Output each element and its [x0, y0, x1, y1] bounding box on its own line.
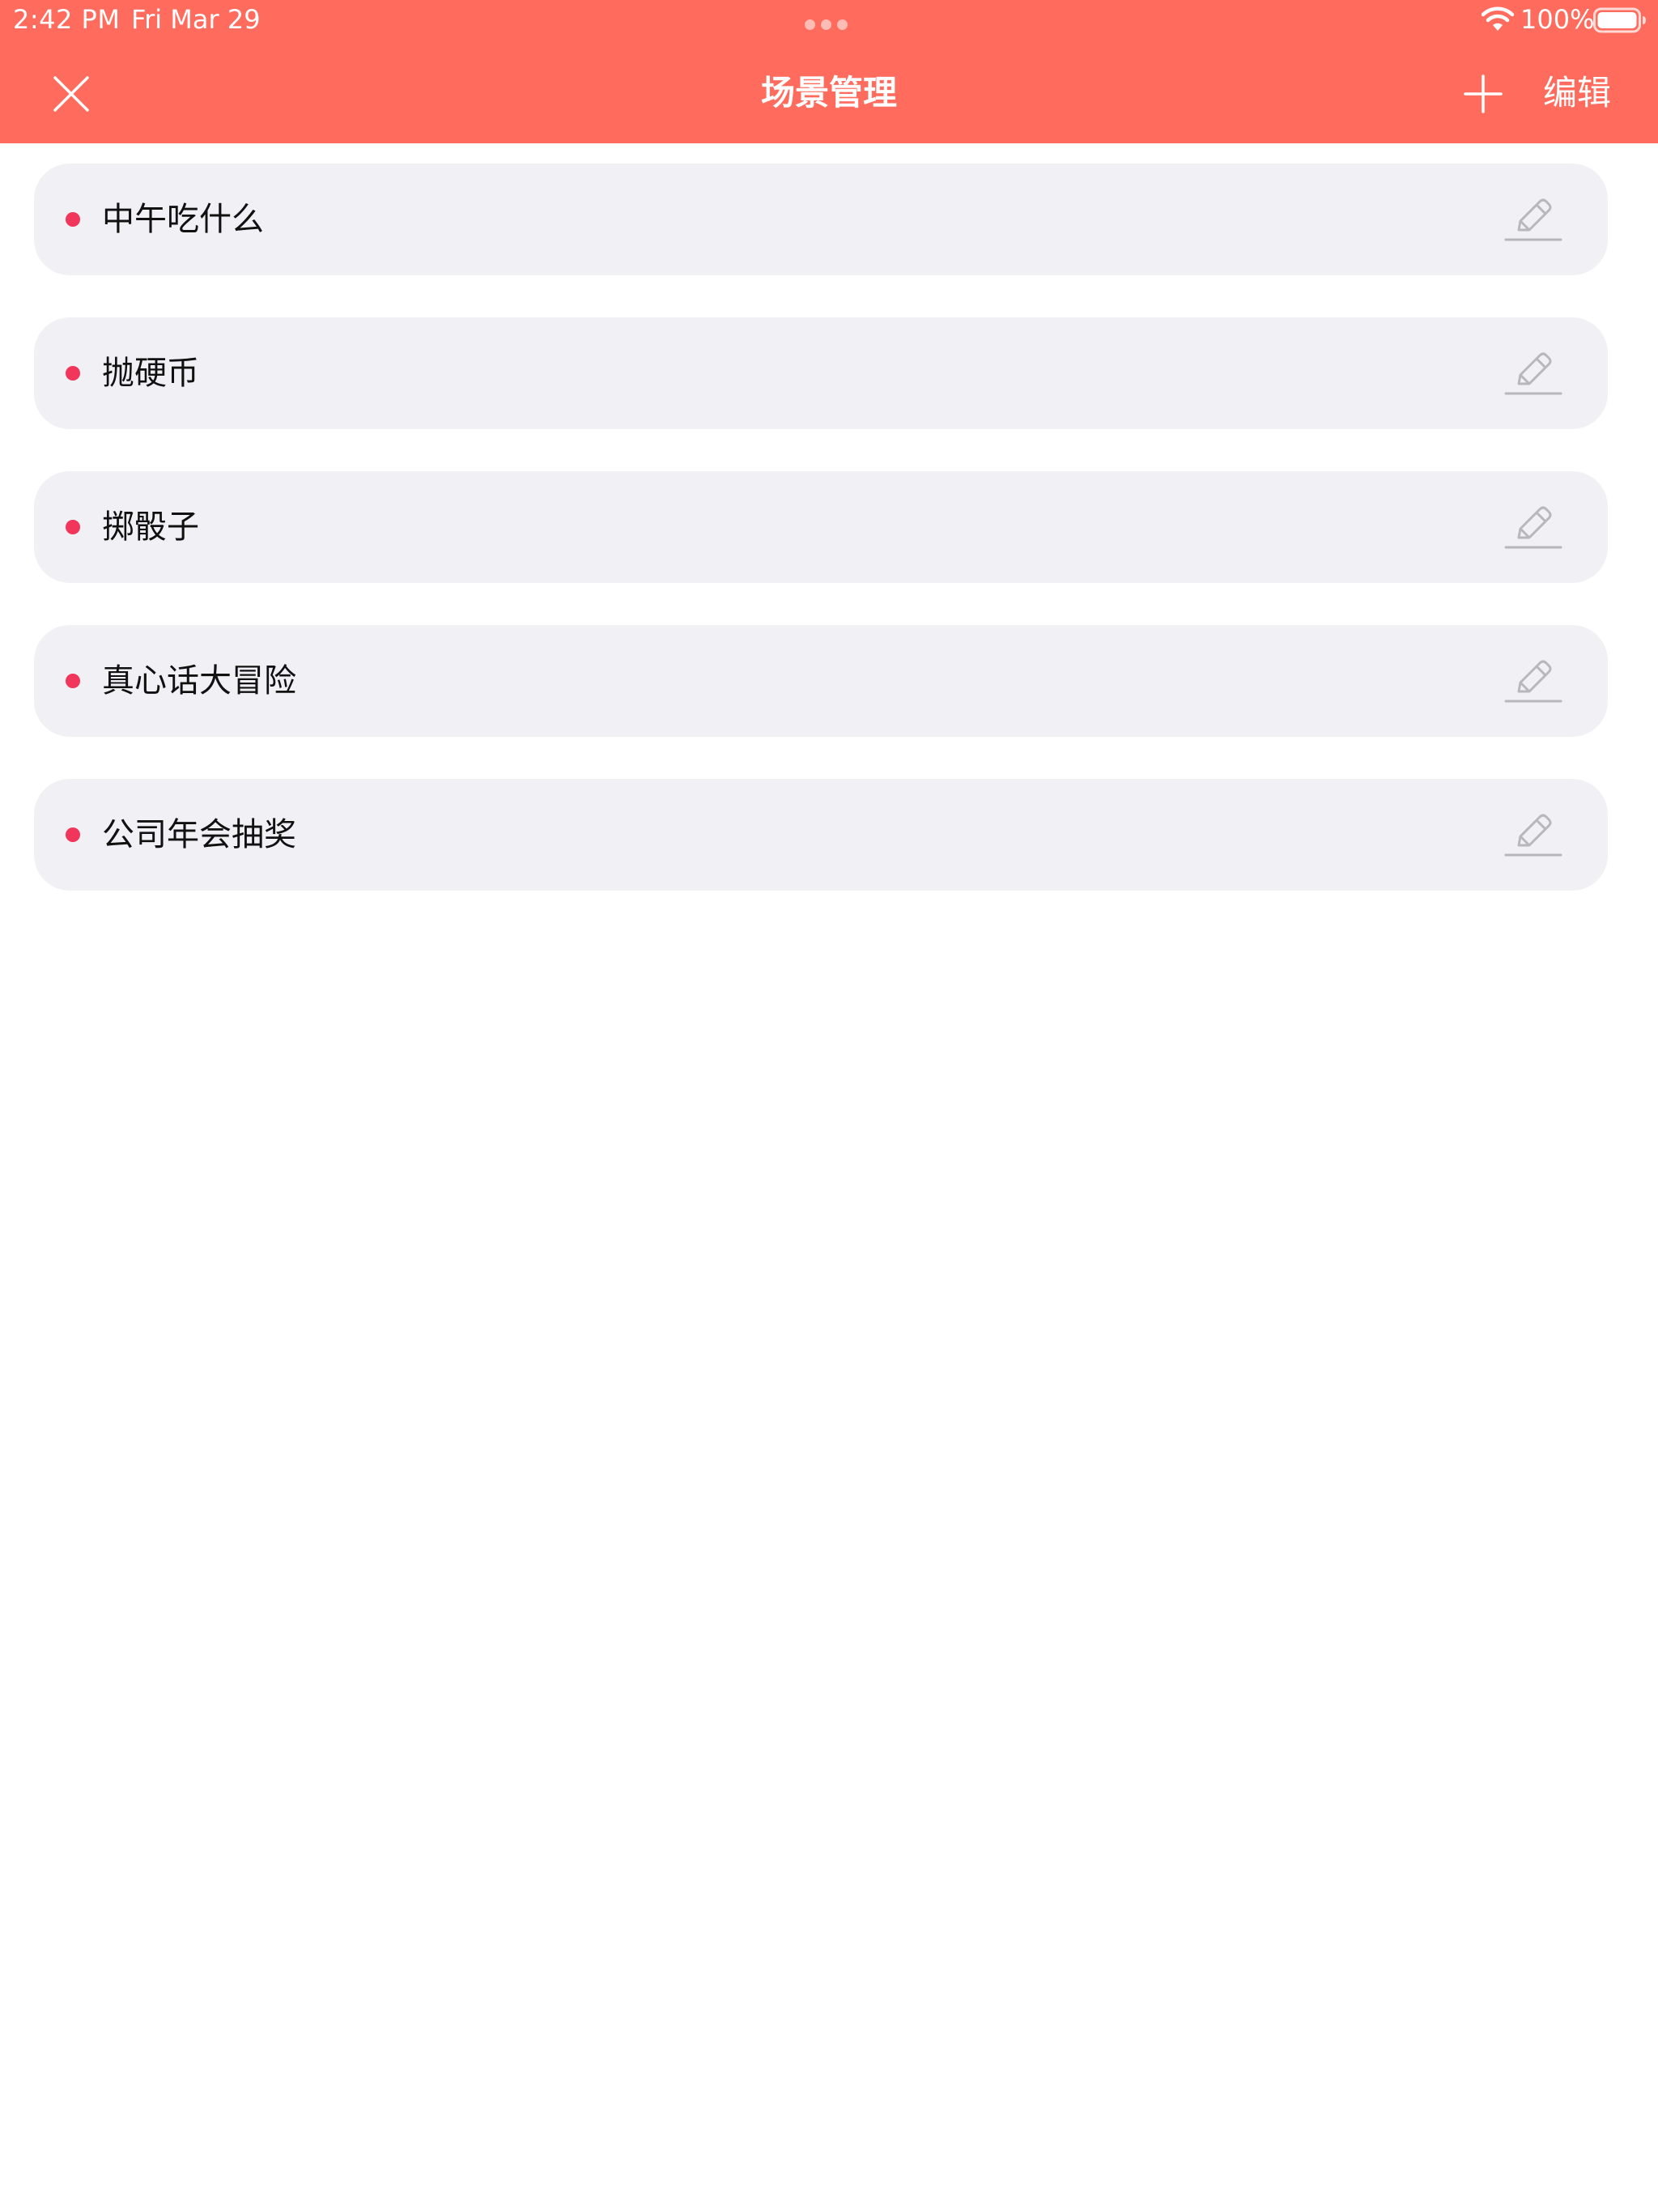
- scene-item[interactable]: 掷骰子: [34, 471, 1608, 583]
- scene-label: 中午吃什么: [102, 201, 264, 238]
- multitasking-dots-icon[interactable]: [805, 19, 853, 31]
- bullet-dot: [66, 674, 80, 688]
- bullet-dot: [66, 827, 80, 842]
- pencil-icon[interactable]: [1504, 189, 1562, 248]
- pencil-icon[interactable]: [1504, 651, 1562, 709]
- scene-item[interactable]: 抛硬币: [34, 317, 1608, 429]
- scene-list: 中午吃什么 抛硬币 掷骰子 真心话大冒险 公司年会抽奖: [34, 164, 1608, 933]
- battery-icon: [1593, 7, 1646, 33]
- wifi-icon: [1482, 6, 1514, 31]
- scene-label: 真心话大冒险: [102, 662, 296, 700]
- pencil-icon[interactable]: [1504, 497, 1562, 555]
- bullet-dot: [66, 212, 80, 227]
- edit-button[interactable]: 编辑: [1543, 65, 1611, 121]
- page-title: 场景管理: [760, 73, 897, 113]
- scene-label: 抛硬币: [102, 355, 199, 392]
- scene-item[interactable]: 真心话大冒险: [34, 625, 1608, 737]
- battery-percentage: 100%: [1520, 4, 1595, 35]
- bullet-dot: [66, 520, 80, 534]
- pencil-icon[interactable]: [1504, 805, 1562, 863]
- nav-header: 2:42 PM Fri Mar 29 100% 场景管理 编辑: [0, 0, 1658, 143]
- status-time: 2:42 PM: [13, 4, 121, 35]
- status-bar: 2:42 PM Fri Mar 29 100%: [0, 0, 1658, 40]
- scene-item[interactable]: 中午吃什么: [34, 164, 1608, 275]
- bullet-dot: [66, 366, 80, 381]
- status-date: Fri Mar 29: [131, 4, 261, 35]
- add-button[interactable]: [1462, 73, 1504, 115]
- scene-label: 掷骰子: [102, 508, 199, 546]
- scene-label: 公司年会抽奖: [102, 816, 296, 853]
- scene-item[interactable]: 公司年会抽奖: [34, 779, 1608, 891]
- pencil-icon[interactable]: [1504, 343, 1562, 402]
